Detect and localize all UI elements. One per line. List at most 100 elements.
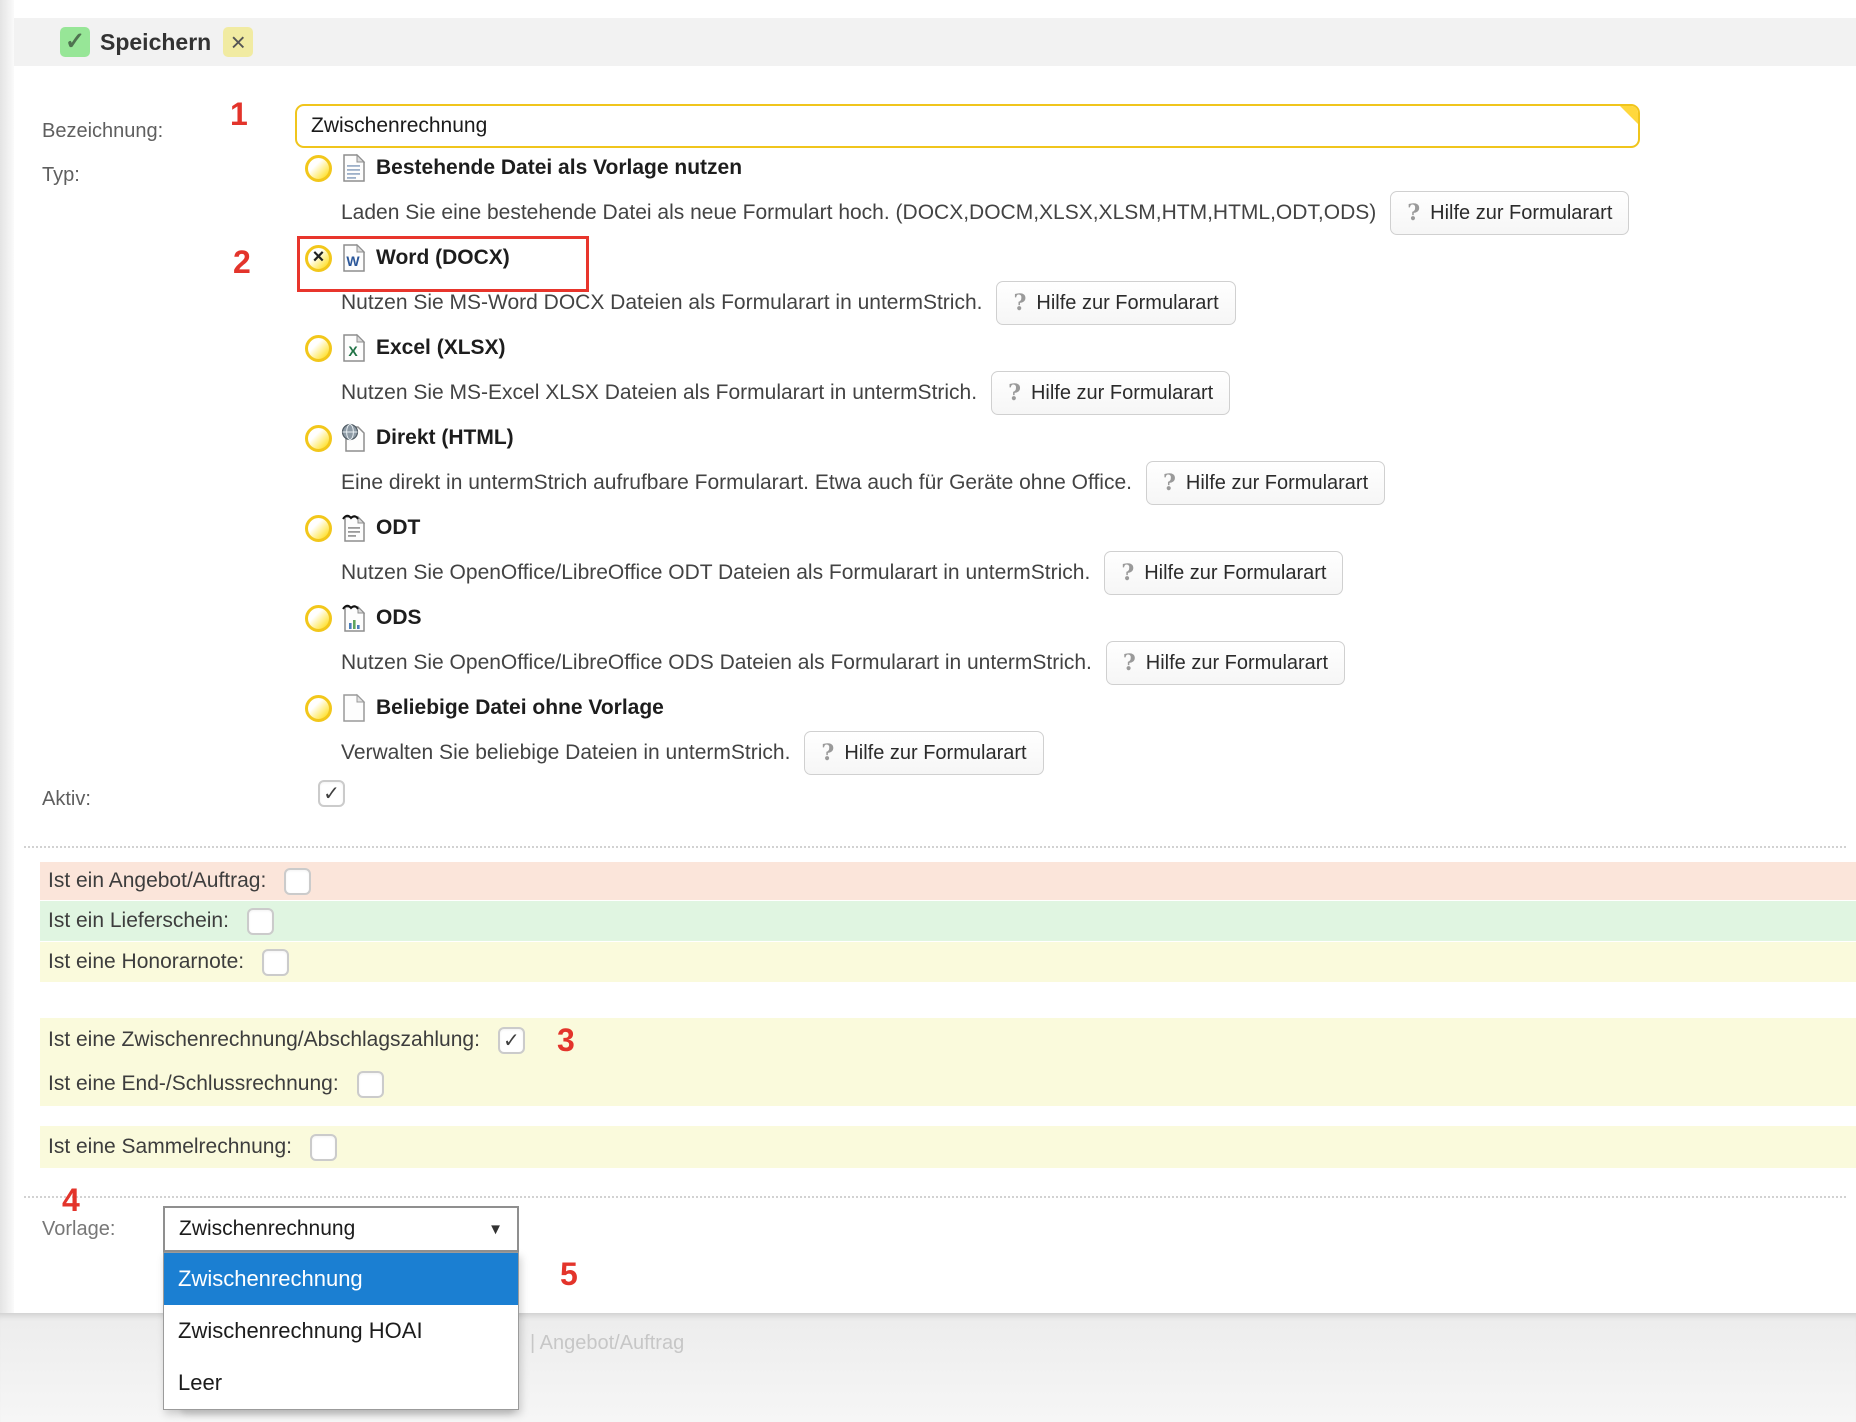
radio-direkt-html[interactable] [305, 425, 332, 452]
zwischenrechnung-checkbox[interactable] [498, 1027, 525, 1054]
flag-label: Ist eine Honorarnote: [48, 950, 244, 974]
excel-icon: X [341, 333, 367, 363]
flag-label: Ist ein Angebot/Auftrag: [48, 869, 266, 893]
schlussrechnung-checkbox[interactable] [357, 1071, 384, 1098]
close-icon[interactable]: × [223, 27, 253, 57]
help-button[interactable]: ? Hilfe zur Formularart [804, 731, 1043, 775]
question-icon: ? [1008, 380, 1021, 406]
radio-ods[interactable] [305, 605, 332, 632]
dropdown-option-zwischenrechnung[interactable]: Zwischenrechnung [164, 1253, 518, 1305]
vorlage-label: Vorlage: [42, 1218, 115, 1241]
type-option-ods: ODS Nutzen Sie OpenOffice/LibreOffice OD… [305, 598, 1850, 688]
annotation-5: 5 [560, 1256, 578, 1293]
typ-label: Typ: [42, 164, 80, 187]
type-option-word: W Word (DOCX) Nutzen Sie MS-Word DOCX Da… [305, 238, 1850, 328]
type-options-list: Bestehende Datei als Vorlage nutzen Lade… [305, 148, 1850, 778]
radio-excel-xlsx[interactable] [305, 335, 332, 362]
existing-file-icon [341, 153, 367, 183]
type-option-description: Nutzen Sie OpenOffice/LibreOffice ODS Da… [341, 651, 1092, 675]
vorlage-selected-value: Zwischenrechnung [179, 1217, 355, 1241]
type-option-html: Direkt (HTML) Eine direkt in untermStric… [305, 418, 1850, 508]
type-option-odt: ODT Nutzen Sie OpenOffice/LibreOffice OD… [305, 508, 1850, 598]
type-option-excel: X Excel (XLSX) Nutzen Sie MS-Excel XLSX … [305, 328, 1850, 418]
help-button-label: Hilfe zur Formularart [844, 742, 1026, 765]
save-button[interactable]: ✓ Speichern [60, 27, 211, 57]
bezeichnung-input[interactable] [297, 106, 1638, 146]
question-icon: ? [1163, 470, 1176, 496]
bezeichnung-input-wrap [295, 104, 1640, 148]
svg-text:X: X [348, 343, 358, 359]
html-globe-icon [341, 423, 367, 453]
dropdown-option-zwischenrechnung-hoai[interactable]: Zwischenrechnung HOAI [164, 1305, 518, 1357]
annotation-4: 4 [62, 1182, 80, 1219]
help-button[interactable]: ? Hilfe zur Formularart [1146, 461, 1385, 505]
type-option-title: ODT [376, 516, 420, 540]
lieferschein-checkbox[interactable] [247, 908, 274, 935]
toolbar: ✓ Speichern × [14, 18, 1856, 66]
type-option-description: Laden Sie eine bestehende Datei als neue… [341, 201, 1376, 225]
help-button[interactable]: ? Hilfe zur Formularart [996, 281, 1235, 325]
vorlage-select[interactable]: Zwischenrechnung ▼ [163, 1206, 519, 1252]
flag-row-angebot: Ist ein Angebot/Auftrag: [40, 862, 1856, 900]
type-option-title: Bestehende Datei als Vorlage nutzen [376, 156, 742, 180]
left-edge-strip [0, 0, 14, 1313]
flag-label: Ist eine End-/Schlussrechnung: [48, 1072, 339, 1096]
help-button[interactable]: ? Hilfe zur Formularart [991, 371, 1230, 415]
divider [24, 1196, 1846, 1198]
blank-file-icon [341, 693, 367, 723]
help-button[interactable]: ? Hilfe zur Formularart [1390, 191, 1629, 235]
radio-word-docx[interactable] [305, 245, 332, 272]
chevron-down-icon: ▼ [488, 1221, 503, 1238]
type-option-description: Eine direkt in untermStrich aufrufbare F… [341, 471, 1132, 495]
type-option-description: Nutzen Sie OpenOffice/LibreOffice ODT Da… [341, 561, 1090, 585]
help-button-label: Hilfe zur Formularart [1144, 562, 1326, 585]
odt-icon [341, 513, 367, 543]
flag-label: Ist eine Sammelrechnung: [48, 1135, 292, 1159]
honorarnote-checkbox[interactable] [262, 949, 289, 976]
type-option-title: Word (DOCX) [376, 246, 510, 270]
type-option-existing: Bestehende Datei als Vorlage nutzen Lade… [305, 148, 1850, 238]
help-button-label: Hilfe zur Formularart [1430, 202, 1612, 225]
help-button[interactable]: ? Hilfe zur Formularart [1106, 641, 1345, 685]
flag-label: Ist eine Zwischenrechnung/Abschlagszahlu… [48, 1028, 480, 1052]
divider [24, 846, 1846, 848]
flag-row-lieferschein: Ist ein Lieferschein: [40, 901, 1856, 941]
flag-row-zwischenrechnung: Ist eine Zwischenrechnung/Abschlagszahlu… [40, 1018, 1856, 1062]
help-button-label: Hilfe zur Formularart [1186, 472, 1368, 495]
annotation-3: 3 [557, 1022, 575, 1059]
question-icon: ? [821, 740, 834, 766]
annotation-2: 2 [233, 244, 251, 281]
type-option-description: Verwalten Sie beliebige Dateien in unter… [341, 741, 790, 765]
dropdown-option-leer[interactable]: Leer [164, 1357, 518, 1409]
type-option-title: Excel (XLSX) [376, 336, 506, 360]
angebot-auftrag-checkbox[interactable] [284, 868, 311, 895]
question-icon: ? [1123, 650, 1136, 676]
flag-label: Ist ein Lieferschein: [48, 909, 229, 933]
question-icon: ? [1407, 200, 1420, 226]
flag-row-honorarnote: Ist eine Honorarnote: [40, 942, 1856, 982]
save-button-label: Speichern [100, 29, 211, 56]
type-option-description: Nutzen Sie MS-Word DOCX Dateien als Form… [341, 291, 982, 315]
sammelrechnung-checkbox[interactable] [310, 1134, 337, 1161]
ods-icon [341, 603, 367, 633]
check-icon: ✓ [60, 27, 90, 57]
radio-existing-file[interactable] [305, 155, 332, 182]
question-icon: ? [1013, 290, 1026, 316]
svg-text:W: W [346, 253, 360, 269]
help-button-label: Hilfe zur Formularart [1031, 382, 1213, 405]
type-option-title: ODS [376, 606, 422, 630]
radio-any-file[interactable] [305, 695, 332, 722]
help-button-label: Hilfe zur Formularart [1036, 292, 1218, 315]
annotation-1: 1 [230, 96, 248, 133]
word-icon: W [341, 243, 367, 273]
background-faint-text: | Angebot/Auftrag [530, 1332, 684, 1355]
radio-odt[interactable] [305, 515, 332, 542]
aktiv-checkbox[interactable] [318, 780, 345, 807]
type-option-description: Nutzen Sie MS-Excel XLSX Dateien als For… [341, 381, 977, 405]
question-icon: ? [1121, 560, 1134, 586]
type-option-any-file: Beliebige Datei ohne Vorlage Verwalten S… [305, 688, 1850, 778]
help-button[interactable]: ? Hilfe zur Formularart [1104, 551, 1343, 595]
aktiv-label: Aktiv: [42, 788, 91, 811]
bezeichnung-label: Bezeichnung: [42, 120, 163, 143]
vorlage-dropdown: Zwischenrechnung Zwischenrechnung HOAI L… [163, 1252, 519, 1410]
